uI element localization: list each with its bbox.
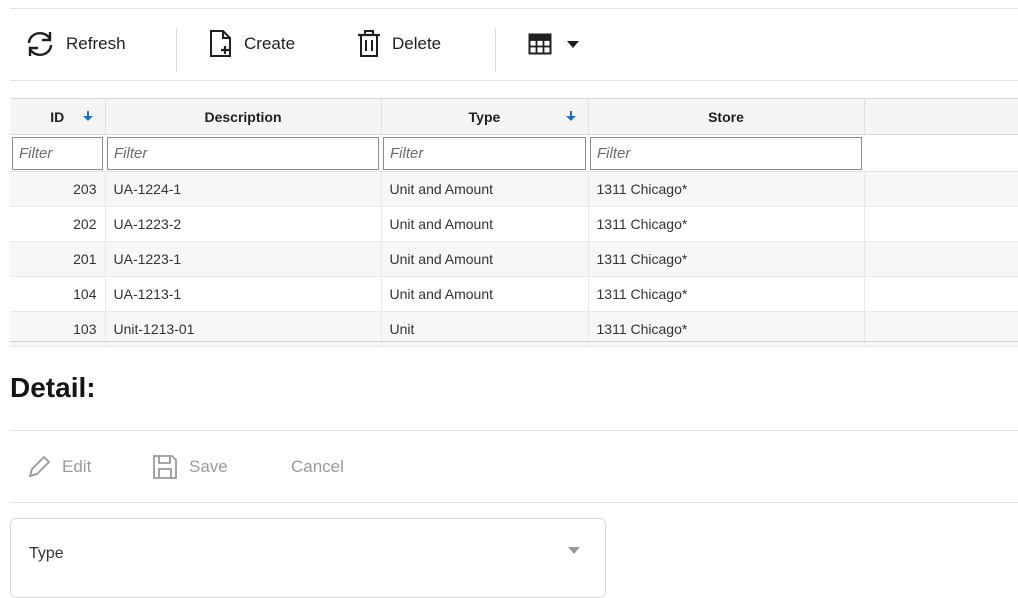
description-filter-input[interactable] — [107, 136, 379, 170]
grid-bottom-edge — [10, 341, 1018, 342]
chevron-down-icon — [567, 41, 579, 48]
id-filter-input[interactable] — [12, 136, 103, 170]
detail-divider — [10, 430, 1018, 431]
detail-toolbar-divider — [10, 502, 1018, 503]
column-header-label: Description — [204, 108, 282, 125]
edit-label: Edit — [62, 457, 92, 476]
cancel-button[interactable]: Cancel — [291, 438, 344, 496]
cell-type: Unit and Amount — [381, 276, 589, 312]
cell-store: 1311 Chicago* — [588, 241, 865, 277]
toolbar-separator — [176, 28, 177, 72]
chevron-down-icon[interactable] — [568, 547, 580, 554]
edit-button[interactable]: Edit — [26, 438, 91, 496]
column-header-store[interactable]: Store — [588, 99, 865, 135]
column-header-label: Type — [468, 108, 501, 125]
column-header-spacer — [864, 99, 1018, 135]
grid-toolbar: Refresh Create Delete — [10, 8, 1018, 80]
save-button[interactable]: Save — [151, 438, 228, 496]
cell-id: 202 — [10, 206, 106, 242]
view-menu-button[interactable] — [528, 8, 580, 80]
column-header-id[interactable]: ID — [10, 99, 106, 135]
cell-description: UA-1223-1 — [105, 241, 382, 277]
table-row[interactable]: 203 UA-1224-1 Unit and Amount 1311 Chica… — [10, 171, 1018, 207]
sort-descending-icon[interactable] — [564, 109, 578, 123]
refresh-label: Refresh — [66, 34, 126, 53]
create-label: Create — [244, 34, 296, 53]
detail-heading: Detail: — [10, 372, 96, 403]
cell-id: 104 — [10, 276, 106, 312]
save-label: Save — [189, 457, 228, 476]
cancel-label: Cancel — [291, 457, 344, 476]
pencil-icon — [28, 455, 51, 478]
column-header-description[interactable]: Description — [105, 99, 382, 135]
cell-store: 1311 Chicago* — [588, 276, 865, 312]
create-document-icon — [210, 30, 231, 57]
cell-description: UA-1224-1 — [105, 171, 382, 207]
cell-store: 1311 Chicago* — [588, 171, 865, 207]
table-row[interactable]: 201 UA-1223-1 Unit and Amount 1311 Chica… — [10, 241, 1018, 277]
sort-descending-icon[interactable] — [81, 109, 95, 123]
table-row[interactable]: 104 UA-1213-1 Unit and Amount 1311 Chica… — [10, 276, 1018, 312]
detail-toolbar: Edit Save Cancel — [10, 438, 1018, 496]
delete-button[interactable]: Delete — [356, 8, 441, 80]
cell-id: 201 — [10, 241, 106, 277]
cell-type: Unit and Amount — [381, 206, 589, 242]
toolbar-divider — [10, 80, 1018, 81]
column-header-label: ID — [50, 108, 65, 125]
refresh-button[interactable]: Refresh — [24, 8, 126, 80]
grid-table: ID Description Type Store Filter Filter … — [10, 99, 1018, 347]
trash-icon — [358, 30, 380, 57]
store-filter-input[interactable] — [590, 136, 862, 170]
column-header-label: Store — [708, 108, 744, 125]
type-select-field[interactable]: Type — [10, 518, 606, 598]
data-grid: ID Description Type Store Filter Filter … — [10, 98, 1018, 347]
refresh-icon — [27, 31, 53, 57]
create-button[interactable]: Create — [208, 8, 295, 80]
table-row[interactable]: 202 UA-1223-2 Unit and Amount 1311 Chica… — [10, 206, 1018, 242]
cell-store: 1311 Chicago* — [588, 206, 865, 242]
table-grid-icon — [528, 33, 552, 55]
column-header-type[interactable]: Type — [381, 99, 589, 135]
save-disk-icon — [153, 455, 177, 479]
cell-type: Unit and Amount — [381, 171, 589, 207]
type-filter-input[interactable] — [383, 136, 586, 170]
delete-label: Delete — [392, 34, 442, 53]
cell-description: UA-1213-1 — [105, 276, 382, 312]
cell-description: UA-1223-2 — [105, 206, 382, 242]
toolbar-separator — [495, 28, 496, 72]
cell-id: 203 — [10, 171, 106, 207]
type-field-label: Type — [29, 545, 64, 562]
filter-row — [10, 134, 1018, 172]
cell-type: Unit and Amount — [381, 241, 589, 277]
